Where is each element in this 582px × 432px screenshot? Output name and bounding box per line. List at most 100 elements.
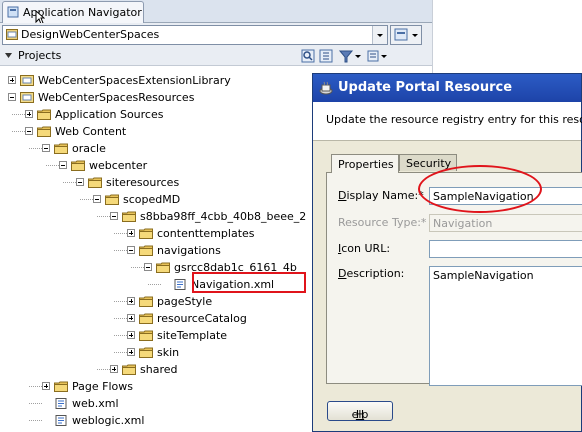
tree-connector	[148, 284, 161, 285]
application-menu-button[interactable]	[390, 25, 422, 45]
folder-icon	[122, 211, 136, 222]
expand-icon[interactable]	[127, 348, 135, 356]
folder-icon	[139, 296, 153, 307]
tree-item-label: contenttemplates	[157, 227, 255, 240]
tab-properties[interactable]: Properties	[331, 154, 399, 173]
folder-icon	[139, 228, 153, 239]
application-selector-row: DesignWebCenterSpaces	[0, 23, 432, 48]
projects-toolbar	[301, 49, 387, 63]
tree-item-label: navigations	[157, 244, 221, 257]
tree-item-label: web.xml	[72, 397, 119, 410]
update-portal-resource-dialog: Update Portal Resource Update the resour…	[312, 73, 582, 432]
expand-icon[interactable]	[110, 365, 118, 373]
folder-icon	[139, 313, 153, 324]
expand-icon[interactable]	[127, 331, 135, 339]
tree-item-label: siteresources	[106, 176, 180, 189]
tree-connector	[97, 216, 110, 217]
collapse-icon[interactable]	[4, 51, 13, 60]
chevron-down-icon[interactable]	[372, 26, 387, 44]
tree-connector	[63, 182, 76, 183]
projects-header[interactable]: Projects	[0, 47, 432, 66]
tree-connector	[29, 148, 42, 149]
collapse-icon[interactable]	[59, 161, 67, 169]
navigator-icon	[7, 6, 19, 18]
tree-item-label: resourceCatalog	[157, 312, 247, 325]
xml-file-icon	[55, 398, 67, 409]
xml-file-icon	[174, 279, 186, 290]
projects-label: Projects	[18, 49, 62, 62]
tree-connector	[114, 335, 127, 336]
resource-type-value: Navigation	[433, 217, 493, 230]
collapse-icon[interactable]	[144, 263, 152, 271]
expand-icon[interactable]	[127, 314, 135, 322]
expand-icon[interactable]	[127, 297, 135, 305]
folder-icon	[139, 330, 153, 341]
tree-connector	[114, 352, 127, 353]
resource-type-input: Navigation	[429, 214, 582, 232]
collapse-icon[interactable]	[110, 212, 118, 220]
tree-connector	[80, 199, 93, 200]
collapse-icon[interactable]	[127, 246, 135, 254]
project-folder-icon	[20, 92, 34, 103]
tree-connector	[12, 131, 25, 132]
folder-icon	[139, 245, 153, 256]
description-value: SampleNavigation	[433, 269, 534, 282]
application-dropdown[interactable]: DesignWebCenterSpaces	[2, 25, 388, 45]
tree-connector	[131, 267, 144, 268]
tree-connector	[114, 318, 127, 319]
dialog-title: Update Portal Resource	[338, 80, 513, 95]
dialog-description: Update the resource registry entry for t…	[326, 113, 582, 126]
application-name: DesignWebCenterSpaces	[21, 28, 160, 41]
navigation-xml-highlight	[192, 272, 306, 293]
tab-application-navigator[interactable]: Application Navigator	[2, 1, 144, 25]
tree-connector	[46, 165, 59, 166]
folder-icon	[88, 177, 102, 188]
expand-icon[interactable]	[42, 382, 50, 390]
expand-icon[interactable]	[25, 110, 33, 118]
collapse-icon[interactable]	[76, 178, 84, 186]
display-name-label: Display Name:*	[338, 189, 424, 202]
tree-item-label: pageStyle	[157, 295, 213, 308]
collapse-icon[interactable]	[42, 144, 50, 152]
tree-connector	[97, 369, 110, 370]
description-textarea[interactable]: SampleNavigation	[429, 266, 582, 386]
tree-item-label: Page Flows	[72, 380, 133, 393]
collapse-icon[interactable]	[93, 195, 101, 203]
navigator-tab-bar: Application Navigator	[0, 0, 432, 25]
resource-type-label: Resource Type:*	[338, 216, 427, 229]
folder-icon	[139, 347, 153, 358]
tab-security-label: Security	[406, 157, 452, 170]
folder-icon	[54, 381, 68, 392]
display-name-highlight	[418, 165, 542, 213]
sort-icon[interactable]	[319, 49, 333, 63]
application-icon	[6, 29, 18, 40]
dialog-titlebar[interactable]: Update Portal Resource	[313, 74, 581, 102]
tree-item-label: oracle	[72, 142, 106, 155]
tree-item-label: Web Content	[55, 125, 127, 138]
icon-url-label: Icon URL:	[338, 242, 391, 255]
description-label: Description:	[338, 267, 405, 280]
icon-url-input[interactable]	[429, 240, 582, 258]
tree-connector	[114, 250, 127, 251]
collapse-icon[interactable]	[8, 93, 16, 101]
folder-icon	[105, 194, 119, 205]
project-folder-icon	[20, 75, 34, 86]
filter-icon[interactable]	[338, 50, 361, 63]
folder-icon	[122, 364, 136, 375]
tree-connector	[114, 301, 127, 302]
tree-item-label: WebCenterSpacesResources	[38, 91, 195, 104]
tree-item-label: scopedMD	[123, 193, 181, 206]
expand-icon[interactable]	[127, 229, 135, 237]
tree-connector	[29, 403, 42, 404]
collapse-icon[interactable]	[25, 127, 33, 135]
find-icon[interactable]	[301, 49, 315, 63]
folder-icon	[37, 126, 51, 137]
help-button[interactable]: Help	[327, 401, 393, 421]
folder-icon	[156, 262, 170, 273]
tree-item-label: WebCenterSpacesExtensionLibrary	[38, 74, 231, 87]
tree-connector	[29, 386, 42, 387]
tree-item-label: skin	[157, 346, 180, 359]
tree-item-label: siteTemplate	[157, 329, 228, 342]
expand-icon[interactable]	[8, 76, 16, 84]
view-options-icon[interactable]	[367, 50, 387, 62]
